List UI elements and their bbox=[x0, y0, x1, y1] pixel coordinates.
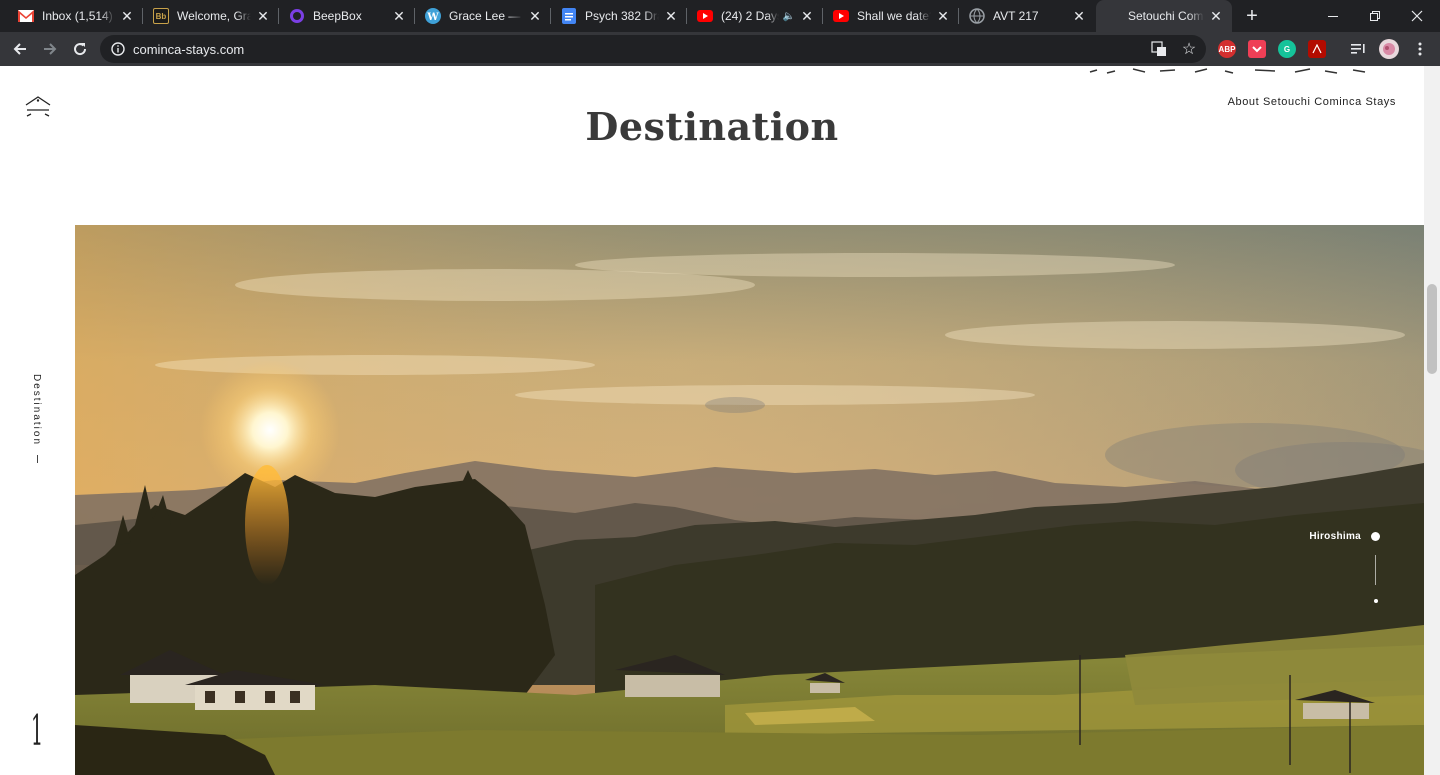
tab-title: (24) 2 Days bbox=[721, 9, 779, 23]
pocket-icon[interactable] bbox=[1248, 40, 1266, 58]
tab-psych-doc[interactable]: Psych 382 Draf ✕ bbox=[551, 0, 687, 32]
speaker-icon[interactable]: 🔈 bbox=[783, 11, 795, 22]
restore-icon bbox=[1370, 11, 1380, 21]
side-label-text: Destination bbox=[31, 374, 42, 447]
minimize-icon bbox=[1328, 16, 1338, 17]
beepbox-icon bbox=[289, 8, 305, 24]
translate-icon[interactable] bbox=[1150, 40, 1168, 58]
close-icon[interactable]: ✕ bbox=[799, 8, 815, 24]
youtube-icon bbox=[697, 8, 713, 24]
page-title: Destination bbox=[585, 104, 839, 149]
forward-arrow-icon bbox=[44, 43, 57, 55]
page-viewport: Destination About Setouchi Cominca Stays… bbox=[0, 66, 1440, 775]
tab-title: BeepBox bbox=[313, 9, 362, 23]
tab-beepbox[interactable]: BeepBox ✕ bbox=[279, 0, 415, 32]
youtube-icon bbox=[833, 8, 849, 24]
playlist-icon bbox=[1351, 44, 1365, 54]
tab-title: Shall we date? bbox=[857, 9, 931, 23]
restore-button[interactable] bbox=[1352, 0, 1398, 32]
hero-image-landscape: Hiroshima bbox=[75, 225, 1424, 775]
tab-title: AVT 217 bbox=[993, 9, 1039, 23]
page-scrollbar[interactable] bbox=[1424, 66, 1440, 775]
slider-dot-active[interactable] bbox=[1371, 532, 1380, 541]
forward-button[interactable] bbox=[36, 35, 64, 63]
close-icon[interactable]: ✕ bbox=[1071, 8, 1087, 24]
more-vertical-icon bbox=[1418, 42, 1422, 56]
info-icon[interactable] bbox=[110, 41, 126, 57]
tab-youtube-2days[interactable]: (24) 2 Days 🔈 ✕ bbox=[687, 0, 823, 32]
wordpress-icon: W bbox=[425, 8, 441, 24]
back-button[interactable] bbox=[6, 35, 34, 63]
minimize-button[interactable] bbox=[1310, 0, 1356, 32]
side-section-label: Destination bbox=[31, 374, 44, 464]
slider-connector bbox=[1375, 555, 1376, 585]
tab-title: Inbox (1,514) - bbox=[42, 9, 115, 23]
tab-wordpress[interactable]: W Grace Lee — W ✕ bbox=[415, 0, 551, 32]
sunset-landscape-image bbox=[75, 225, 1424, 775]
tab-setouchi-active[interactable]: Setouchi Comi ✕ bbox=[1096, 0, 1232, 32]
pdf-icon[interactable] bbox=[1308, 40, 1326, 58]
close-icon[interactable]: ✕ bbox=[527, 8, 543, 24]
tab-welcome[interactable]: Bb Welcome, Grac ✕ bbox=[143, 0, 279, 32]
gmail-icon bbox=[18, 8, 34, 24]
new-tab-button[interactable]: + bbox=[1240, 4, 1264, 28]
tab-youtube-shall-we-date[interactable]: Shall we date? ✕ bbox=[823, 0, 959, 32]
reload-button[interactable] bbox=[66, 35, 94, 63]
browser-tab-strip: Inbox (1,514) - ✕ Bb Welcome, Grac ✕ Bee… bbox=[0, 0, 1440, 32]
section-number: 1 bbox=[31, 706, 44, 755]
tab-title: Setouchi Comi bbox=[1128, 9, 1204, 23]
about-link[interactable]: About Setouchi Cominca Stays bbox=[1228, 96, 1396, 108]
adblock-plus-icon[interactable]: ABP bbox=[1218, 40, 1236, 58]
docs-icon bbox=[561, 8, 577, 24]
close-icon[interactable]: ✕ bbox=[255, 8, 271, 24]
close-icon[interactable]: ✕ bbox=[935, 8, 951, 24]
address-bar[interactable]: cominca-stays.com ☆ bbox=[100, 35, 1206, 63]
bookmark-star-icon[interactable]: ☆ bbox=[1180, 40, 1198, 58]
chrome-menu-button[interactable] bbox=[1406, 35, 1434, 63]
behance-icon: Bb bbox=[153, 8, 169, 24]
side-divider bbox=[37, 455, 38, 463]
reload-icon bbox=[74, 43, 87, 56]
globe-icon bbox=[969, 8, 985, 24]
decorative-brush-strokes bbox=[1089, 68, 1366, 74]
close-icon[interactable]: ✕ bbox=[663, 8, 679, 24]
slider-label[interactable]: Hiroshima bbox=[1309, 531, 1361, 542]
media-controls-button[interactable] bbox=[1345, 35, 1373, 63]
grammarly-icon[interactable]: G bbox=[1278, 40, 1296, 58]
close-window-button[interactable] bbox=[1394, 0, 1440, 32]
tab-title: Welcome, Grac bbox=[177, 9, 251, 23]
close-icon[interactable]: ✕ bbox=[119, 8, 135, 24]
tab-title: Psych 382 Draf bbox=[585, 9, 659, 23]
tab-inbox[interactable]: Inbox (1,514) - ✕ bbox=[8, 0, 143, 32]
profile-avatar[interactable] bbox=[1375, 35, 1403, 63]
close-icon[interactable]: ✕ bbox=[391, 8, 407, 24]
close-icon[interactable]: ✕ bbox=[1208, 8, 1224, 24]
tab-title: Grace Lee — W bbox=[449, 9, 523, 23]
slider-pagination: Hiroshima bbox=[1260, 529, 1380, 609]
tab-avt217[interactable]: AVT 217 ✕ bbox=[959, 0, 1095, 32]
slider-dot[interactable] bbox=[1374, 599, 1378, 603]
back-arrow-icon bbox=[13, 43, 26, 55]
url-text: cominca-stays.com bbox=[133, 42, 245, 57]
browser-toolbar: cominca-stays.com ☆ ABP G bbox=[0, 32, 1440, 66]
svg-text:W: W bbox=[426, 12, 439, 23]
scrollbar-thumb[interactable] bbox=[1427, 284, 1437, 374]
close-icon bbox=[1411, 10, 1423, 22]
